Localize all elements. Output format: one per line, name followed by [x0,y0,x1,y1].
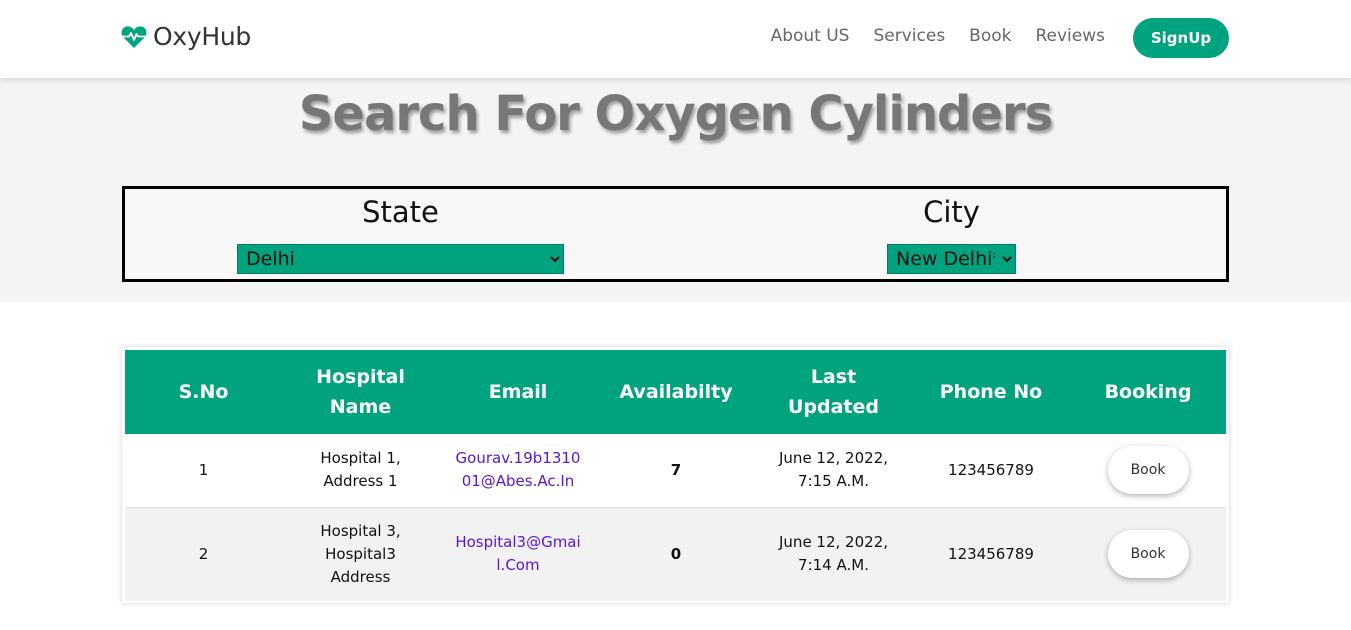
cell-availability: 7 [670,460,682,479]
header-sno: S.No [178,381,229,403]
book-button[interactable]: Book [1107,446,1189,495]
nav-links: About US Services Book Reviews [771,26,1105,46]
cell-phone: 123456789 [948,460,1034,479]
header-availability: Availabilty [619,381,733,403]
last-updated-text: June 12, 2022, 7:14 A.M. [779,533,888,575]
table-row: 2 Hospital 3, Hospital3 Address Hospital… [125,507,1226,601]
cell-last-updated: June 12, 2022, 7:15 A.M. [755,434,912,507]
city-select[interactable]: New Delhi* [887,244,1016,274]
state-select[interactable]: Delhi [237,244,564,274]
hospital-table-container: S.No Hospital Name Email Availabilty Las… [122,347,1229,603]
state-filter: State Delhi [237,189,564,274]
header-hospital-name-text: Hospital Name [316,366,405,418]
state-label: State [362,195,439,229]
cell-hospital-name: Hospital 1, Address 1 [282,434,439,507]
signup-button[interactable]: SignUp [1133,18,1229,58]
brand-logo[interactable]: OxyHub [121,22,251,51]
cell-sno: 2 [198,544,209,563]
cell-phone: 123456789 [948,544,1034,563]
hospital-table: S.No Hospital Name Email Availabilty Las… [125,350,1226,601]
header-phone: Phone No [939,381,1043,403]
city-label: City [923,195,980,229]
email-link[interactable]: Hospital3@Gmail.Com [454,531,582,577]
city-filter: City New Delhi* [887,189,1016,274]
book-button[interactable]: Book [1107,530,1189,579]
header-last-updated-text: Last Updated [787,366,880,418]
cell-email: Gourav.19b131001@Abes.Ac.In [439,434,597,507]
cell-booking: Book [1070,507,1226,601]
navbar: OxyHub About US Services Book Reviews Si… [0,0,1351,78]
filter-box: State Delhi City New Delhi* [122,186,1229,282]
page-title: Search For Oxygen Cylinders [298,86,1053,142]
email-link[interactable]: Gourav.19b131001@Abes.Ac.In [454,447,582,493]
cell-email: Hospital3@Gmail.Com [439,507,597,601]
search-section: Search For Oxygen Cylinders State Delhi … [0,78,1351,302]
cell-hospital-name: Hospital 3, Hospital3 Address [282,507,439,601]
nav-link-book[interactable]: Book [969,26,1011,46]
heart-pulse-icon [121,25,147,48]
nav-link-reviews[interactable]: Reviews [1035,26,1105,46]
header-hospital-name: Hospital Name [282,350,439,434]
table-row: 1 Hospital 1, Address 1 Gourav.19b131001… [125,434,1226,507]
cell-sno: 1 [198,460,209,479]
nav-link-about-us[interactable]: About US [771,26,850,46]
cell-last-updated: June 12, 2022, 7:14 A.M. [755,507,912,601]
cell-booking: Book [1070,434,1226,507]
brand-name: OxyHub [153,22,251,51]
table-header-row: S.No Hospital Name Email Availabilty Las… [125,350,1226,434]
nav-link-services[interactable]: Services [873,26,945,46]
hospital-name-text: Hospital 3, Hospital3 Address [320,521,401,586]
cell-availability: 0 [670,544,682,563]
header-last-updated: Last Updated [755,350,912,434]
header-booking: Booking [1104,381,1192,403]
header-email: Email [488,381,548,403]
last-updated-text: June 12, 2022, 7:15 A.M. [779,449,888,491]
hospital-name-text: Hospital 1, Address 1 [320,449,401,491]
